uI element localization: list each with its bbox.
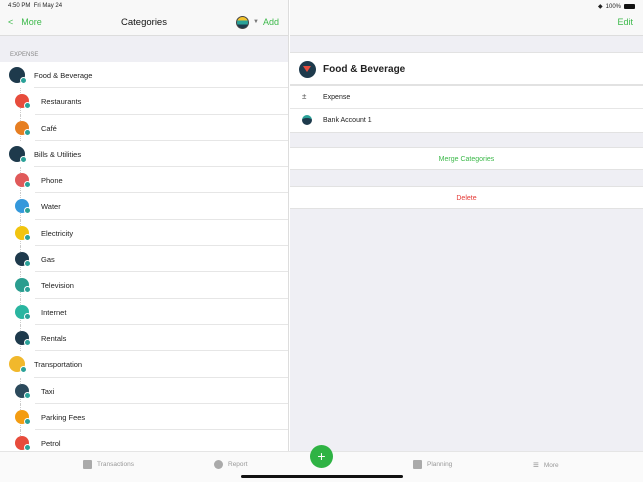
category-row[interactable]: Parking Fees (15, 403, 288, 431)
category-row[interactable]: Restaurants (15, 88, 288, 115)
battery-level: 100% (605, 3, 621, 10)
add-transaction-button[interactable]: + (310, 445, 333, 468)
category-label: Phone (41, 176, 63, 186)
detail-title: Food & Beverage (323, 64, 406, 75)
categories-pane: < More Categories ▼ Add EXPENSE Food & Be… (0, 0, 289, 451)
category-label: Transportation (34, 360, 83, 370)
category-row[interactable]: Rentals (15, 324, 288, 352)
tab-label: Report (228, 461, 248, 468)
category-row[interactable]: Petrol (15, 430, 288, 451)
category-label: Rentals (41, 333, 67, 343)
category-icon (15, 173, 31, 189)
category-row[interactable]: Gas (15, 246, 288, 273)
menu-icon: ≡ (533, 460, 539, 471)
category-icon (15, 383, 31, 399)
category-icon (15, 225, 31, 241)
chevron-down-icon[interactable]: ▼ (253, 19, 259, 25)
category-label: Petrol (41, 439, 61, 449)
account-value: Bank Account 1 (323, 117, 372, 124)
tab-transactions[interactable]: Transactions (83, 460, 134, 469)
category-row[interactable]: Transportation (0, 351, 288, 378)
tab-label: More (543, 462, 559, 469)
tab-report[interactable]: Report (214, 460, 248, 469)
tab-label: Planning (427, 461, 453, 468)
status-bar: 4:50 PM Fri May 24 ◆ 100% (0, 0, 643, 12)
category-row[interactable]: Café (15, 114, 288, 142)
category-row[interactable]: Food & Beverage (0, 62, 288, 89)
wallet-icon (83, 460, 92, 469)
planning-icon (413, 460, 422, 469)
category-row[interactable]: Internet (15, 298, 288, 326)
type-row: ± Expense (290, 86, 643, 109)
category-label: Water (41, 202, 61, 212)
category-row[interactable]: Phone (15, 167, 288, 194)
pie-chart-icon (214, 460, 223, 469)
category-icon (15, 330, 31, 346)
category-label: Gas (41, 255, 55, 265)
date-text: Fri May 24 (33, 3, 63, 9)
battery-icon (624, 4, 635, 9)
account-icon (302, 115, 312, 125)
category-row[interactable]: Electricity (15, 219, 288, 247)
category-label: Television (41, 281, 74, 291)
account-row: Bank Account 1 (290, 109, 643, 132)
category-icon (9, 67, 27, 84)
add-button[interactable]: Add (263, 17, 279, 27)
category-icon (15, 199, 31, 215)
category-row[interactable]: Television (15, 272, 288, 299)
status-right: ◆ 100% (598, 3, 635, 10)
tab-planning[interactable]: Planning (413, 460, 452, 469)
category-icon (15, 120, 31, 136)
edit-button[interactable]: Edit (617, 17, 633, 27)
tab-more[interactable]: ≡ More (533, 460, 559, 471)
category-label: Electricity (41, 228, 74, 238)
wallet-selector-icon[interactable] (236, 16, 249, 29)
category-icon (15, 94, 31, 110)
category-row[interactable]: Bills & Utilities (0, 140, 288, 168)
category-icon (15, 409, 31, 425)
category-label: Taxi (41, 386, 55, 396)
wifi-icon: ◆ (598, 4, 603, 10)
detail-pane: Edit Food & Beverage ± Expense Bank Accou… (290, 0, 643, 451)
category-label: Food & Beverage (34, 71, 93, 80)
category-icon (15, 252, 31, 268)
tab-label: Transactions (97, 461, 134, 468)
plus-minus-icon: ± (302, 92, 307, 101)
category-icon (15, 278, 31, 294)
section-label: EXPENSE (10, 52, 39, 58)
section-header: EXPENSE (0, 36, 288, 62)
detail-header: Food & Beverage (290, 52, 643, 85)
category-list: Food & Beverage Restaurants Café Bills & Ut… (0, 62, 288, 451)
category-row[interactable]: Water (15, 193, 288, 221)
cocktail-icon (299, 61, 316, 78)
category-icon (15, 436, 31, 451)
category-icon (9, 356, 27, 374)
time-text: 4:50 PM (8, 3, 31, 9)
category-icon (15, 304, 31, 320)
category-label: Parking Fees (41, 412, 86, 422)
category-label: Café (41, 123, 57, 133)
status-time: 4:50 PM Fri May 24 (8, 3, 62, 9)
home-indicator (241, 475, 403, 478)
type-value: Expense (323, 94, 351, 101)
category-label: Internet (41, 307, 67, 317)
detail-info: ± Expense Bank Account 1 (290, 85, 643, 133)
category-label: Restaurants (41, 97, 82, 107)
category-icon (9, 145, 27, 163)
delete-button[interactable]: Delete (290, 186, 643, 209)
category-label: Bills & Utilities (34, 149, 82, 159)
category-row[interactable]: Taxi (15, 377, 288, 405)
merge-categories-button[interactable]: Merge Categories (290, 147, 643, 170)
